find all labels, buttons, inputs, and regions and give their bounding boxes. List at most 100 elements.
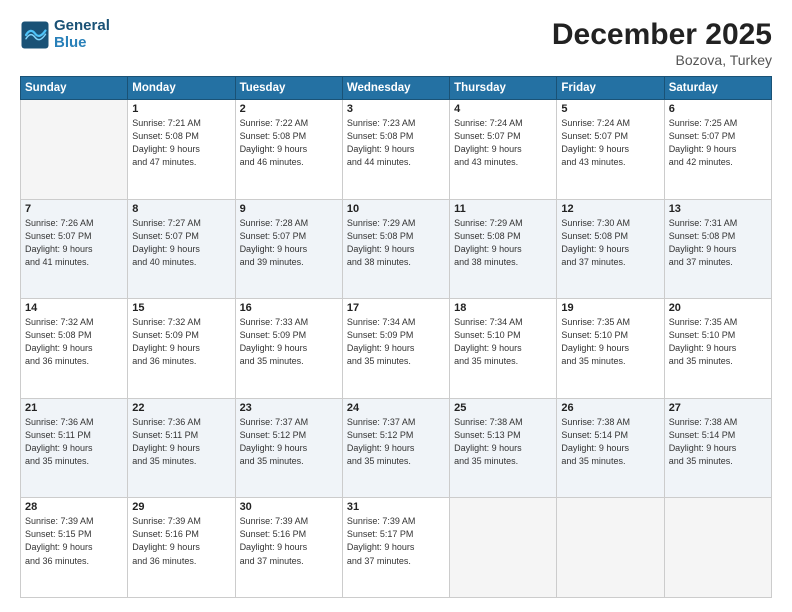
calendar-week-row: 7 Sunrise: 7:26 AM Sunset: 5:07 PM Daylig… [21, 199, 772, 299]
day-number: 1 [132, 103, 230, 115]
day-info: Sunrise: 7:24 AM Sunset: 5:07 PM Dayligh… [561, 117, 659, 169]
day-number: 22 [132, 402, 230, 414]
calendar-table: SundayMondayTuesdayWednesdayThursdayFrid… [20, 76, 772, 598]
calendar-cell: 15 Sunrise: 7:32 AM Sunset: 5:09 PM Dayli… [128, 299, 235, 399]
day-info: Sunrise: 7:23 AM Sunset: 5:08 PM Dayligh… [347, 117, 445, 169]
title-block: December 2025 Bozova, Turkey [552, 18, 772, 68]
day-info: Sunrise: 7:35 AM Sunset: 5:10 PM Dayligh… [669, 316, 767, 368]
calendar-cell: 25Sunrise: 7:38 AM Sunset: 5:13 PM Dayli… [450, 398, 557, 498]
day-number: 19 [561, 302, 659, 314]
day-number: 30 [240, 501, 338, 513]
weekday-header-friday: Friday [557, 77, 664, 100]
calendar-cell: 5 Sunrise: 7:24 AM Sunset: 5:07 PM Daylig… [557, 100, 664, 200]
calendar-cell: 23Sunrise: 7:37 AM Sunset: 5:12 PM Dayli… [235, 398, 342, 498]
day-info: Sunrise: 7:26 AM Sunset: 5:07 PM Dayligh… [25, 217, 123, 269]
calendar-cell: 1 Sunrise: 7:21 AM Sunset: 5:08 PM Daylig… [128, 100, 235, 200]
calendar-cell: 22 Sunrise: 7:36 AM Sunset: 5:11 PM Dayli… [128, 398, 235, 498]
calendar-cell: 21 Sunrise: 7:36 AM Sunset: 5:11 PM Dayli… [21, 398, 128, 498]
calendar-cell: 20 Sunrise: 7:35 AM Sunset: 5:10 PM Dayli… [664, 299, 771, 399]
day-number: 20 [669, 302, 767, 314]
calendar-header-row: SundayMondayTuesdayWednesdayThursdayFrid… [21, 77, 772, 100]
day-info: Sunrise: 7:36 AM Sunset: 5:11 PM Dayligh… [25, 416, 123, 468]
weekday-header-sunday: Sunday [21, 77, 128, 100]
day-number: 13 [669, 203, 767, 215]
day-info: Sunrise: 7:30 AM Sunset: 5:08 PM Dayligh… [561, 217, 659, 269]
weekday-header-thursday: Thursday [450, 77, 557, 100]
location-subtitle: Bozova, Turkey [552, 52, 772, 68]
day-info: Sunrise: 7:28 AM Sunset: 5:07 PM Dayligh… [240, 217, 338, 269]
calendar-cell: 27 Sunrise: 7:38 AM Sunset: 5:14 PM Dayli… [664, 398, 771, 498]
calendar-cell: 29Sunrise: 7:39 AM Sunset: 5:16 PM Dayli… [128, 498, 235, 598]
calendar-cell: 26Sunrise: 7:38 AM Sunset: 5:14 PM Dayli… [557, 398, 664, 498]
day-number: 11 [454, 203, 552, 215]
calendar-cell [557, 498, 664, 598]
day-info: Sunrise: 7:24 AM Sunset: 5:07 PM Dayligh… [454, 117, 552, 169]
calendar-week-row: 28 Sunrise: 7:39 AM Sunset: 5:15 PM Dayli… [21, 498, 772, 598]
day-number: 28 [25, 501, 123, 513]
day-info: Sunrise: 7:29 AM Sunset: 5:08 PM Dayligh… [454, 217, 552, 269]
day-info: Sunrise: 7:22 AM Sunset: 5:08 PM Dayligh… [240, 117, 338, 169]
day-info: Sunrise: 7:25 AM Sunset: 5:07 PM Dayligh… [669, 117, 767, 169]
calendar-cell: 18Sunrise: 7:34 AM Sunset: 5:10 PM Dayli… [450, 299, 557, 399]
month-title: December 2025 [552, 18, 772, 52]
day-number: 24 [347, 402, 445, 414]
day-info: Sunrise: 7:38 AM Sunset: 5:14 PM Dayligh… [561, 416, 659, 468]
calendar-week-row: 14Sunrise: 7:32 AM Sunset: 5:08 PM Dayli… [21, 299, 772, 399]
calendar-cell: 17 Sunrise: 7:34 AM Sunset: 5:09 PM Dayli… [342, 299, 449, 399]
day-number: 4 [454, 103, 552, 115]
day-info: Sunrise: 7:37 AM Sunset: 5:12 PM Dayligh… [240, 416, 338, 468]
calendar-cell: 4 Sunrise: 7:24 AM Sunset: 5:07 PM Daylig… [450, 100, 557, 200]
day-info: Sunrise: 7:38 AM Sunset: 5:14 PM Dayligh… [669, 416, 767, 468]
day-info: Sunrise: 7:31 AM Sunset: 5:08 PM Dayligh… [669, 217, 767, 269]
day-info: Sunrise: 7:27 AM Sunset: 5:07 PM Dayligh… [132, 217, 230, 269]
day-info: Sunrise: 7:37 AM Sunset: 5:12 PM Dayligh… [347, 416, 445, 468]
day-number: 12 [561, 203, 659, 215]
calendar-cell: 8 Sunrise: 7:27 AM Sunset: 5:07 PM Daylig… [128, 199, 235, 299]
header: General Blue December 2025 Bozova, Turke… [20, 18, 772, 68]
day-info: Sunrise: 7:36 AM Sunset: 5:11 PM Dayligh… [132, 416, 230, 468]
day-number: 2 [240, 103, 338, 115]
page: General Blue December 2025 Bozova, Turke… [0, 0, 792, 612]
day-number: 10 [347, 203, 445, 215]
day-number: 3 [347, 103, 445, 115]
calendar-cell: 31Sunrise: 7:39 AM Sunset: 5:17 PM Dayli… [342, 498, 449, 598]
day-number: 7 [25, 203, 123, 215]
day-info: Sunrise: 7:39 AM Sunset: 5:16 PM Dayligh… [240, 515, 338, 567]
calendar-cell: 10 Sunrise: 7:29 AM Sunset: 5:08 PM Dayli… [342, 199, 449, 299]
calendar-cell: 12 Sunrise: 7:30 AM Sunset: 5:08 PM Dayli… [557, 199, 664, 299]
calendar-cell [664, 498, 771, 598]
day-info: Sunrise: 7:29 AM Sunset: 5:08 PM Dayligh… [347, 217, 445, 269]
day-number: 16 [240, 302, 338, 314]
day-info: Sunrise: 7:39 AM Sunset: 5:15 PM Dayligh… [25, 515, 123, 567]
day-info: Sunrise: 7:38 AM Sunset: 5:13 PM Dayligh… [454, 416, 552, 468]
calendar-cell: 13 Sunrise: 7:31 AM Sunset: 5:08 PM Dayli… [664, 199, 771, 299]
calendar-cell: 3 Sunrise: 7:23 AM Sunset: 5:08 PM Daylig… [342, 100, 449, 200]
calendar-cell: 19 Sunrise: 7:35 AM Sunset: 5:10 PM Dayli… [557, 299, 664, 399]
day-number: 17 [347, 302, 445, 314]
day-info: Sunrise: 7:33 AM Sunset: 5:09 PM Dayligh… [240, 316, 338, 368]
day-info: Sunrise: 7:34 AM Sunset: 5:09 PM Dayligh… [347, 316, 445, 368]
calendar-cell: 2 Sunrise: 7:22 AM Sunset: 5:08 PM Daylig… [235, 100, 342, 200]
day-number: 21 [25, 402, 123, 414]
day-number: 15 [132, 302, 230, 314]
calendar-cell [450, 498, 557, 598]
calendar-cell: 28 Sunrise: 7:39 AM Sunset: 5:15 PM Dayli… [21, 498, 128, 598]
day-info: Sunrise: 7:39 AM Sunset: 5:16 PM Dayligh… [132, 515, 230, 567]
day-info: Sunrise: 7:32 AM Sunset: 5:09 PM Dayligh… [132, 316, 230, 368]
calendar-cell: 24 Sunrise: 7:37 AM Sunset: 5:12 PM Dayli… [342, 398, 449, 498]
weekday-header-tuesday: Tuesday [235, 77, 342, 100]
weekday-header-monday: Monday [128, 77, 235, 100]
logo-text: General Blue [54, 18, 110, 51]
calendar-cell: 30 Sunrise: 7:39 AM Sunset: 5:16 PM Dayli… [235, 498, 342, 598]
day-number: 5 [561, 103, 659, 115]
day-number: 6 [669, 103, 767, 115]
day-number: 18 [454, 302, 552, 314]
calendar-cell: 9Sunrise: 7:28 AM Sunset: 5:07 PM Daylig… [235, 199, 342, 299]
day-number: 31 [347, 501, 445, 513]
logo: General Blue [20, 18, 110, 51]
day-info: Sunrise: 7:35 AM Sunset: 5:10 PM Dayligh… [561, 316, 659, 368]
day-number: 14 [25, 302, 123, 314]
day-number: 8 [132, 203, 230, 215]
day-info: Sunrise: 7:21 AM Sunset: 5:08 PM Dayligh… [132, 117, 230, 169]
day-number: 27 [669, 402, 767, 414]
